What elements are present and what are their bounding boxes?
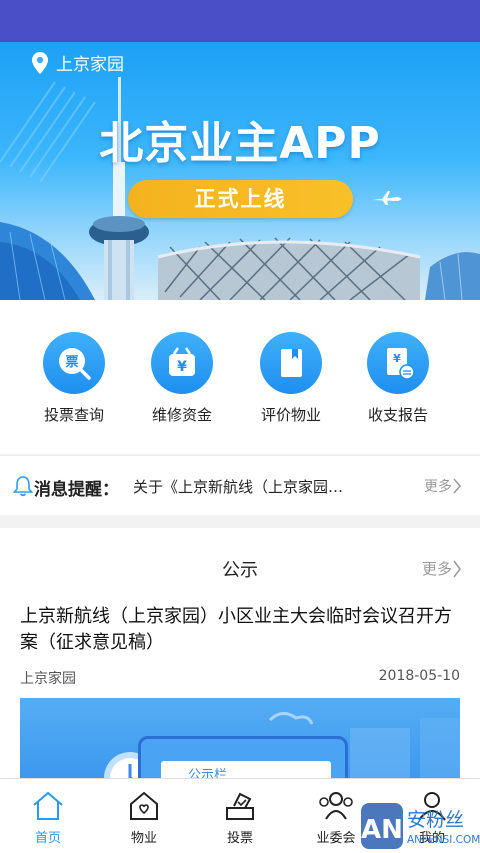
tab-home[interactable]: 首页	[0, 787, 96, 846]
notice-bar[interactable]: 消息提醒： 关于《上京新航线（上京家园）小区业主大会临时会议召开方案 更多	[0, 455, 480, 515]
notice-item-source: 上京家园	[20, 671, 76, 687]
tab-label: 投票	[226, 831, 253, 846]
svg-text:AN: AN	[361, 815, 403, 845]
notice-message[interactable]: 关于《上京新航线（上京家园）小区业主大会临时会议召开方案	[133, 476, 348, 497]
notice-item-thumbnail[interactable]: 公示栏	[20, 698, 460, 780]
tab-label: 物业	[130, 831, 157, 846]
more-label: 更多	[424, 479, 452, 495]
quick-menu: 票 投票查询 ¥ 维修资金 评价物业 ¥ 收支报告	[0, 300, 480, 454]
banner-tagline: 正式上线	[128, 180, 353, 218]
location-selector[interactable]: 上京家园	[32, 50, 124, 75]
home-icon	[0, 787, 96, 825]
vote-box-icon	[192, 787, 288, 825]
chevron-right-icon	[453, 478, 461, 494]
svg-text:票: 票	[65, 354, 78, 370]
quick-item-finance-report[interactable]: ¥ 收支报告	[343, 332, 453, 425]
quick-item-maintenance-fund[interactable]: ¥ 维修资金	[127, 332, 237, 425]
svg-text:安粉丝: 安粉丝	[407, 809, 464, 831]
location-name: 上京家园	[56, 55, 124, 75]
notice-label: 消息提醒：	[34, 480, 119, 500]
quick-item-label: 评价物业	[260, 406, 321, 424]
notice-more-link[interactable]: 更多	[424, 476, 462, 496]
finance-report-icon: ¥	[367, 332, 429, 394]
ticket-search-icon: 票	[43, 332, 105, 394]
svg-text:ANFENSI.COM: ANFENSI.COM	[407, 834, 480, 846]
section-title: 公示	[222, 560, 258, 581]
tab-property[interactable]: 物业	[96, 787, 192, 846]
quick-item-label: 维修资金	[151, 406, 212, 424]
tab-label: 首页	[34, 831, 61, 846]
banner-illustration	[0, 77, 480, 300]
quick-item-label: 收支报告	[367, 406, 428, 424]
public-notice-more-link[interactable]: 更多	[422, 558, 462, 579]
quick-item-evaluate-property[interactable]: 评价物业	[236, 332, 346, 425]
notice-item-title[interactable]: 上京新航线（上京家园）小区业主大会临时会议召开方案（征求意见稿）	[20, 604, 460, 656]
notice-board	[138, 736, 348, 780]
tab-vote[interactable]: 投票	[192, 787, 288, 846]
svg-text:¥: ¥	[177, 359, 187, 375]
banner-title: 北京业主APP	[99, 118, 381, 169]
notice-item-date: 2018-05-10	[378, 668, 460, 684]
chevron-right-icon	[453, 560, 461, 577]
property-house-icon	[96, 787, 192, 825]
quick-item-vote-query[interactable]: 票 投票查询	[19, 332, 129, 425]
quick-item-label: 投票查询	[43, 406, 104, 424]
maintenance-fund-icon: ¥	[151, 332, 213, 394]
app-screen: 上京家园 北京业主APP 正式上线 票 投票查询 ¥ 维修资金 评价物业 ¥ 收…	[0, 0, 480, 853]
site-watermark-logo: AN 安粉丝 ANFENSI.COM	[361, 803, 480, 849]
svg-text:¥: ¥	[393, 352, 401, 365]
location-pin-icon	[32, 51, 48, 74]
bell-icon	[12, 476, 34, 497]
public-notice-card: 公示 更多 上京新航线（上京家园）小区业主大会临时会议召开方案（征求意见稿） 上…	[0, 528, 480, 780]
evaluate-book-icon	[260, 332, 322, 394]
more-label: 更多	[421, 560, 452, 578]
banner[interactable]: 上京家园 北京业主APP 正式上线	[0, 42, 480, 300]
status-bar	[0, 0, 480, 42]
